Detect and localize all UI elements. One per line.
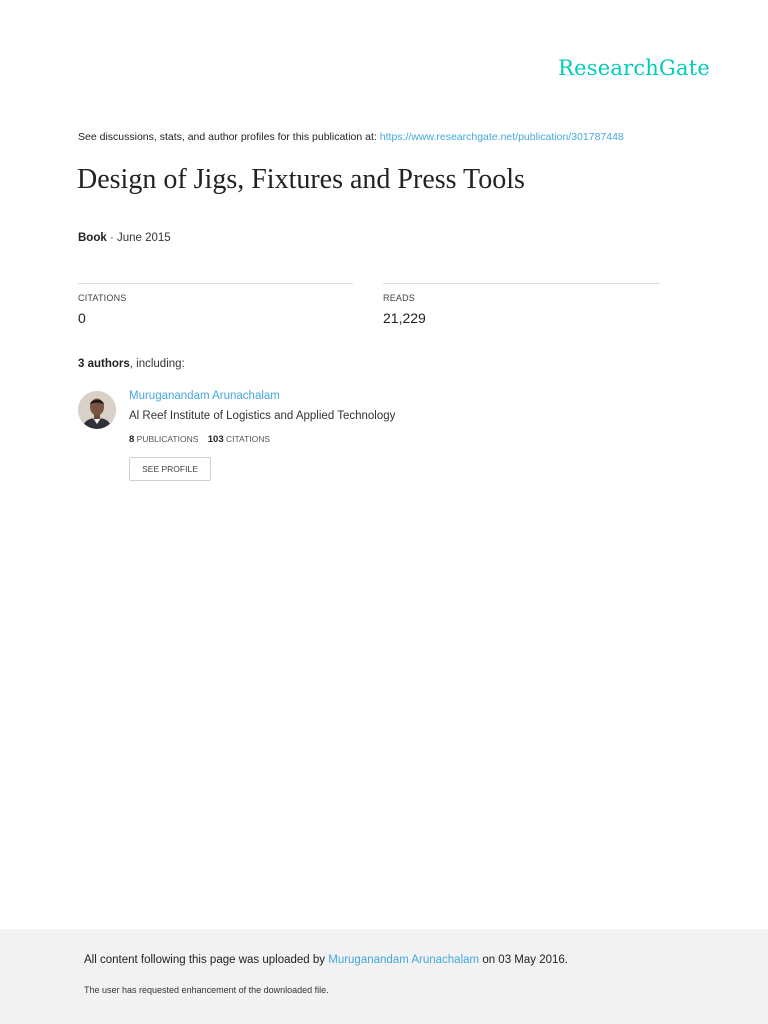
publication-date: June 2015 bbox=[116, 232, 171, 244]
authors-count: 3 authors bbox=[78, 358, 130, 370]
publication-title: Design of Jigs, Fixtures and Press Tools bbox=[77, 164, 525, 195]
upload-suffix: on 03 May 2016. bbox=[482, 954, 568, 966]
author-stats: 8 Publications 103 Citations bbox=[129, 434, 277, 445]
citations-label: CITATIONS bbox=[78, 293, 127, 303]
citations-value: 0 bbox=[78, 310, 86, 326]
author-name-link[interactable]: Muruganandam Arunachalam bbox=[129, 390, 280, 402]
footer: All content following this page was uplo… bbox=[0, 929, 768, 1024]
author-photo-icon bbox=[78, 391, 116, 429]
uploader-link[interactable]: Muruganandam Arunachalam bbox=[328, 954, 479, 966]
reads-stat: READS 21,229 bbox=[383, 283, 660, 344]
author-publications-count: 8 bbox=[129, 434, 135, 445]
authors-heading: 3 authors, including: bbox=[78, 358, 185, 370]
upload-info: All content following this page was uplo… bbox=[84, 954, 568, 966]
publication-url-link[interactable]: https://www.researchgate.net/publication… bbox=[380, 131, 624, 143]
citations-stat: CITATIONS 0 bbox=[78, 283, 353, 344]
meta-separator: · bbox=[106, 232, 117, 244]
author-citations-label: Citations bbox=[226, 434, 271, 444]
reads-label: READS bbox=[383, 293, 416, 303]
author-citations-count: 103 bbox=[207, 434, 224, 445]
see-profile-button[interactable]: SEE PROFILE bbox=[129, 457, 211, 481]
enhancement-note: The user has requested enhancement of th… bbox=[84, 985, 329, 995]
publication-meta: Book · June 2015 bbox=[78, 232, 171, 244]
upload-prefix: All content following this page was uplo… bbox=[84, 954, 326, 966]
reads-value: 21,229 bbox=[383, 310, 426, 326]
author-publications-label: Publications bbox=[136, 434, 199, 444]
researchgate-logo[interactable]: ResearchGate bbox=[558, 56, 710, 80]
author-institution: Al Reef Institute of Logistics and Appli… bbox=[129, 410, 396, 422]
publication-type: Book bbox=[78, 232, 107, 244]
authors-suffix: , including: bbox=[129, 358, 185, 370]
intro-text: See discussions, stats, and author profi… bbox=[78, 131, 377, 143]
author-avatar[interactable] bbox=[78, 391, 116, 429]
intro-line: See discussions, stats, and author profi… bbox=[78, 131, 718, 143]
